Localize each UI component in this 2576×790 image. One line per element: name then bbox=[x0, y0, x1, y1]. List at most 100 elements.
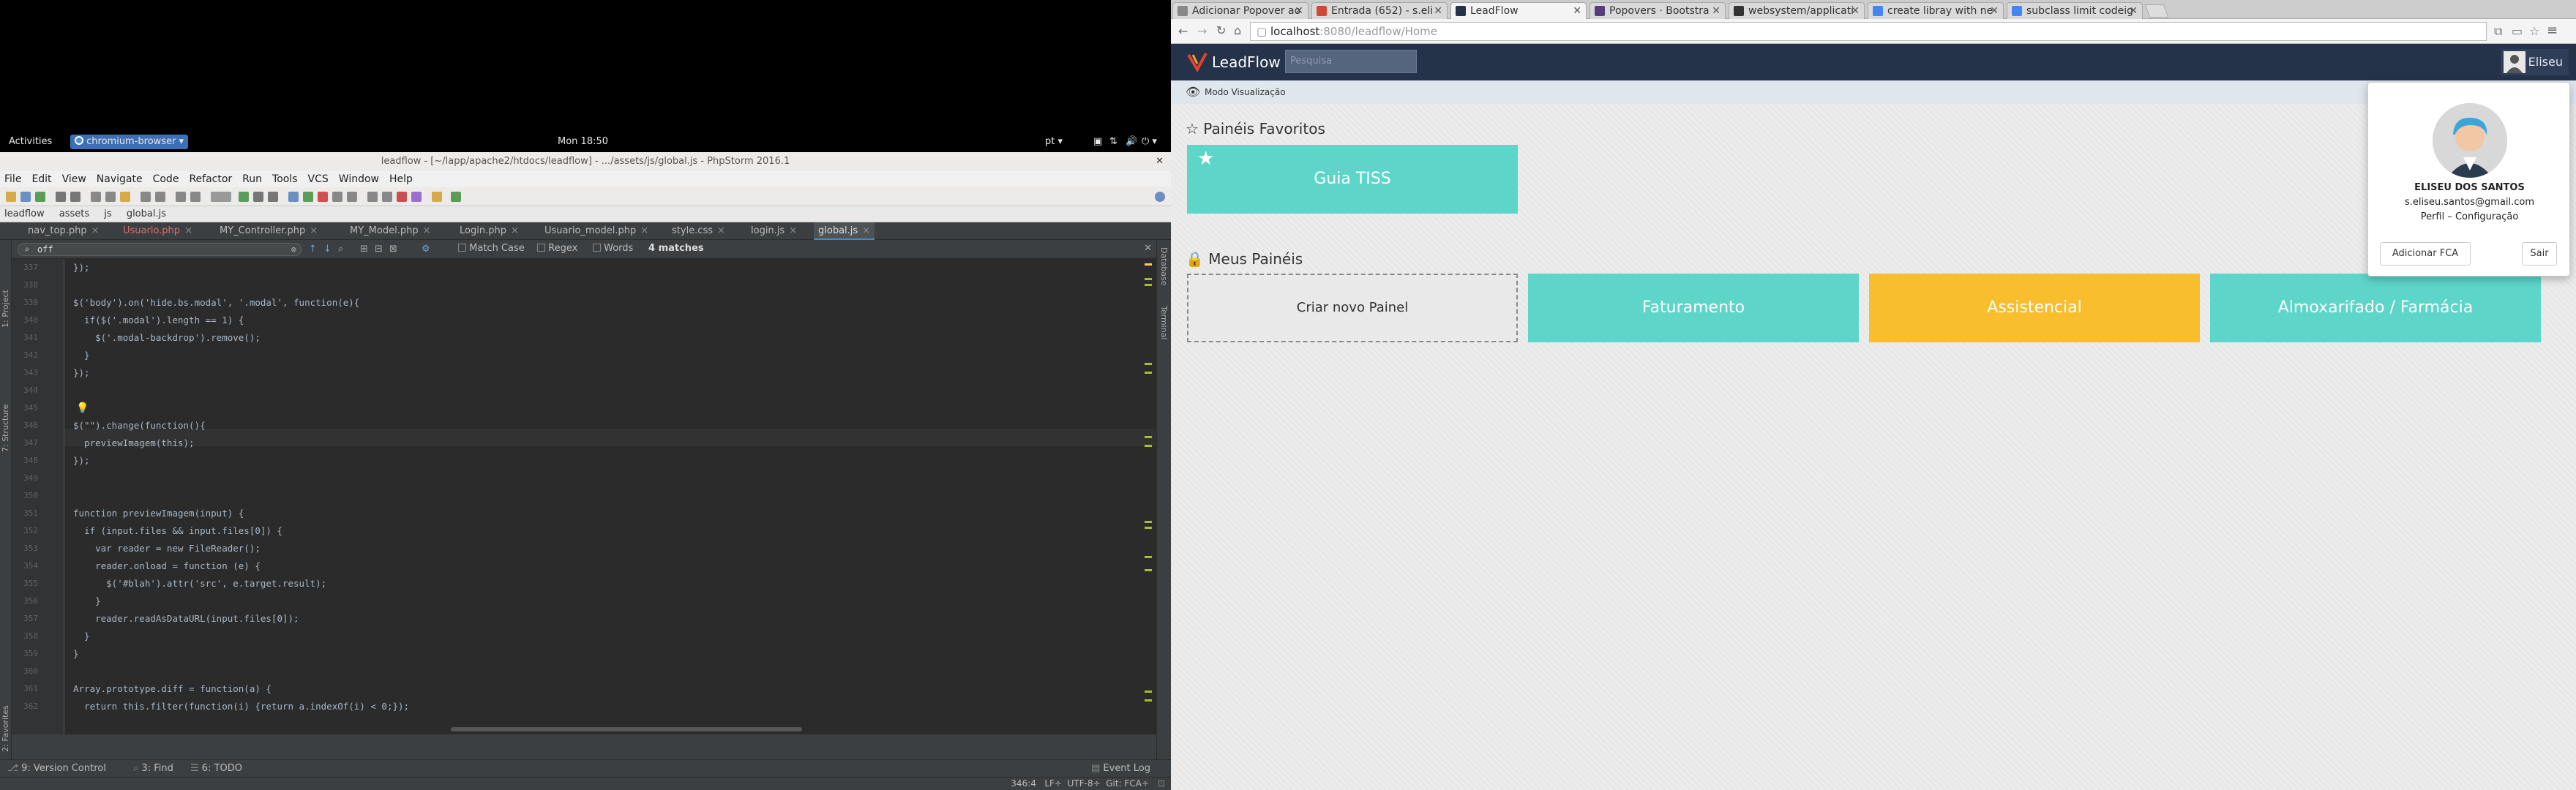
input-source[interactable]: pt ▾ bbox=[1045, 132, 1063, 152]
cut-icon[interactable] bbox=[91, 192, 101, 202]
close-icon[interactable]: × bbox=[862, 225, 870, 236]
activities-button[interactable]: Activities bbox=[9, 132, 52, 152]
address-bar[interactable]: ▢ localhost:8080/leadflow/Home bbox=[1250, 22, 2487, 41]
previous-occurrence-icon[interactable]: ↑ bbox=[309, 244, 317, 255]
extension-icon[interactable]: ⧉ bbox=[2494, 24, 2502, 39]
regex-checkbox[interactable] bbox=[537, 244, 545, 252]
logout-button[interactable]: Sair bbox=[2522, 242, 2557, 266]
browser-tab[interactable]: Adicionar Popover ao ✕ bbox=[1172, 2, 1308, 19]
tab-usuario[interactable]: Usuario.php × bbox=[123, 222, 192, 240]
back-icon[interactable]: ← bbox=[1178, 24, 1188, 38]
tool-project[interactable]: 1: Project bbox=[1, 290, 10, 328]
clock[interactable]: Mon 18:50 bbox=[558, 132, 608, 152]
tab-login-js[interactable]: login.js × bbox=[751, 222, 797, 240]
replace-icon[interactable] bbox=[155, 192, 165, 202]
code-editor[interactable]: 337 338 339 340 341 342 343 344 345 346 347 348 349 3… bbox=[12, 259, 1156, 734]
version-control-tool[interactable]: ⎇ 9: Version Control bbox=[7, 763, 106, 774]
tab-global-js[interactable]: global.js × bbox=[814, 222, 875, 240]
error-stripe[interactable] bbox=[1145, 263, 1152, 724]
bookmark-star-icon[interactable]: ☆ bbox=[2529, 24, 2539, 38]
stripe-marker[interactable] bbox=[1145, 284, 1152, 286]
new-tab-button[interactable] bbox=[2144, 4, 2169, 18]
debug-icon[interactable] bbox=[253, 192, 263, 202]
browser-tab-active[interactable]: LeadFlow ✕ bbox=[1450, 2, 1587, 19]
close-icon[interactable]: ✕ bbox=[1712, 3, 1721, 19]
power-menu[interactable]: ⏻ ▾ bbox=[1142, 132, 1157, 152]
undo-icon[interactable] bbox=[56, 192, 66, 202]
redo-icon[interactable] bbox=[70, 192, 80, 202]
select-all-occurrences-icon[interactable]: ⊟ bbox=[375, 244, 383, 255]
paste-icon[interactable] bbox=[120, 192, 130, 202]
todo-tool[interactable]: ☰ 6: TODO bbox=[190, 763, 242, 774]
stripe-marker[interactable] bbox=[1145, 445, 1152, 447]
horizontal-scrollbar[interactable] bbox=[451, 727, 802, 731]
vcs-revert-icon[interactable] bbox=[347, 192, 357, 202]
page-info-icon[interactable]: ▢ bbox=[1257, 25, 1267, 38]
regex-option[interactable]: Regex bbox=[537, 243, 577, 254]
words-checkbox[interactable] bbox=[593, 244, 601, 252]
nav-crumb-assets[interactable]: assets bbox=[59, 208, 89, 219]
menu-navigate[interactable]: Navigate bbox=[97, 173, 143, 185]
menu-help[interactable]: Help bbox=[389, 173, 413, 185]
find-icon[interactable] bbox=[141, 192, 151, 202]
browser-tab[interactable]: subclass limit codeig ✕ bbox=[2007, 2, 2143, 19]
browser-tab[interactable]: websystem/applicati ✕ bbox=[1729, 2, 1865, 19]
close-icon[interactable]: ✕ bbox=[1990, 3, 1999, 19]
nav-crumb-project[interactable]: leadflow bbox=[4, 208, 45, 219]
brand[interactable]: LeadFlow bbox=[1187, 44, 1281, 80]
menu-file[interactable]: File bbox=[4, 173, 21, 185]
panel-assistencial[interactable]: Assistencial bbox=[1869, 274, 2200, 342]
nav-crumb-file[interactable]: global.js bbox=[127, 208, 166, 219]
cast-icon[interactable]: ▭ bbox=[2512, 24, 2523, 38]
menu-code[interactable]: Code bbox=[153, 173, 179, 185]
close-icon[interactable]: × bbox=[789, 225, 797, 236]
stripe-marker[interactable] bbox=[1145, 527, 1152, 529]
phpstorm-tool-icon[interactable] bbox=[432, 192, 442, 202]
vcs-compare-icon[interactable] bbox=[318, 192, 328, 202]
close-icon[interactable]: × bbox=[91, 225, 100, 236]
vcs-commit-icon[interactable] bbox=[303, 192, 313, 202]
vcs-update-icon[interactable] bbox=[288, 192, 299, 202]
search-everywhere-icon[interactable] bbox=[1155, 192, 1165, 202]
words-option[interactable]: Words bbox=[593, 243, 633, 254]
intention-bulb-icon[interactable]: 💡 bbox=[76, 402, 89, 414]
close-find-icon[interactable]: ✕ bbox=[1144, 243, 1152, 254]
nav-crumb-js[interactable]: js bbox=[104, 208, 111, 219]
match-case-option[interactable]: Match Case bbox=[458, 243, 525, 254]
copy-icon[interactable] bbox=[105, 192, 116, 202]
browser-tab[interactable]: Entrada (652) - s.eli ✕ bbox=[1311, 2, 1448, 19]
clear-icon[interactable]: ⊗ bbox=[291, 244, 296, 255]
add-selection-icon[interactable]: ⊞ bbox=[360, 244, 368, 255]
run-icon[interactable] bbox=[239, 192, 249, 202]
help-icon[interactable] bbox=[397, 192, 407, 202]
close-icon[interactable]: ✕ bbox=[1851, 3, 1860, 19]
next-occurrence-icon[interactable]: ↓ bbox=[323, 244, 332, 255]
event-log-tool[interactable]: ▤ Event Log bbox=[1091, 763, 1150, 774]
menu-run[interactable]: Run bbox=[242, 173, 262, 185]
toggle-selection-icon[interactable]: ⊠ bbox=[389, 244, 397, 255]
menu-tools[interactable]: Tools bbox=[272, 173, 298, 185]
favorite-tile-guia-tiss[interactable]: ★ Guia TISS bbox=[1187, 145, 1518, 214]
close-icon[interactable]: × bbox=[640, 225, 648, 236]
mode-label[interactable]: Modo Visualização bbox=[1205, 87, 1286, 97]
find-input[interactable]: ⌕ off ⊗ bbox=[18, 243, 302, 256]
close-icon[interactable]: × bbox=[717, 225, 725, 236]
menu-window[interactable]: Window bbox=[339, 173, 379, 185]
run-config-dropdown[interactable] bbox=[211, 192, 231, 202]
stripe-marker[interactable] bbox=[1145, 363, 1152, 365]
close-icon[interactable]: ✕ bbox=[1573, 3, 1581, 19]
stripe-marker[interactable] bbox=[1145, 436, 1152, 438]
close-icon[interactable]: × bbox=[310, 225, 318, 236]
plugin-icon[interactable] bbox=[411, 192, 422, 202]
save-icon[interactable] bbox=[20, 192, 31, 202]
tab-nav-top[interactable]: nav_top.php × bbox=[28, 222, 99, 240]
stripe-marker[interactable] bbox=[1145, 699, 1152, 701]
app-menu[interactable]: chromium-browser ▾ bbox=[70, 135, 189, 149]
sync-icon[interactable] bbox=[35, 192, 45, 202]
stripe-marker[interactable] bbox=[1145, 691, 1152, 693]
menu-vcs[interactable]: VCS bbox=[308, 173, 329, 185]
search-input[interactable]: Pesquisa bbox=[1285, 50, 1417, 73]
tool-terminal[interactable]: Terminal bbox=[1159, 306, 1169, 340]
home-icon[interactable]: ⌂ bbox=[1234, 23, 1241, 37]
close-icon[interactable]: × bbox=[184, 225, 192, 236]
